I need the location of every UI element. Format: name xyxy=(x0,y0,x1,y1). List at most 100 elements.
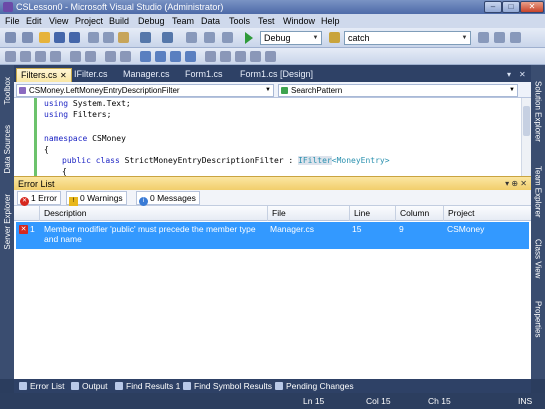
find-in-files-icon[interactable] xyxy=(478,32,489,43)
maximize-button[interactable]: □ xyxy=(502,1,520,13)
minimize-button[interactable]: – xyxy=(484,1,502,13)
add-item-icon[interactable] xyxy=(22,32,33,43)
save-all-icon[interactable] xyxy=(69,32,80,43)
member-list-icon[interactable] xyxy=(5,51,16,62)
find-results-tab[interactable]: Find Results 1 xyxy=(114,380,180,392)
next-bookmark-icon[interactable] xyxy=(170,51,181,62)
column-header-file[interactable]: File xyxy=(268,206,350,221)
copy-icon[interactable] xyxy=(103,32,114,43)
editor-gutter xyxy=(14,98,28,176)
comment-out-icon[interactable] xyxy=(105,51,116,62)
extension-4-icon[interactable] xyxy=(265,51,276,62)
error-list-tab[interactable]: Error List xyxy=(18,380,64,392)
extension-3-icon[interactable] xyxy=(250,51,261,62)
menu-tools[interactable]: Tools xyxy=(226,15,253,27)
menu-window[interactable]: Window xyxy=(280,15,318,27)
redo-icon[interactable] xyxy=(162,32,173,43)
menu-view[interactable]: View xyxy=(46,15,71,27)
open-file-icon[interactable] xyxy=(39,32,50,43)
find-icon[interactable] xyxy=(329,32,340,43)
toolbox-tab[interactable]: Toolbox xyxy=(0,71,14,111)
uncomment-icon[interactable] xyxy=(120,51,131,62)
comment-icon[interactable] xyxy=(222,32,233,43)
close-tab-icon[interactable]: ✕ xyxy=(60,71,67,80)
members-combo[interactable]: SearchPattern ▼ xyxy=(278,84,518,97)
navigate-forward-icon[interactable] xyxy=(204,32,215,43)
solution-explorer-tab-label: Solution Explorer xyxy=(533,80,543,142)
tab-filters-cs[interactable]: Filters.cs ✕ xyxy=(16,68,72,82)
close-button[interactable]: ✕ xyxy=(520,1,544,13)
column-header-icon[interactable] xyxy=(14,206,40,221)
column-header-column[interactable]: Column xyxy=(396,206,444,221)
increase-indent-icon[interactable] xyxy=(85,51,96,62)
menu-edit[interactable]: Edit xyxy=(23,15,45,27)
error-file: Manager.cs xyxy=(270,224,314,234)
code-editor[interactable]: using System.Text; using Filters; namesp… xyxy=(14,98,531,176)
error-icon: ✕ xyxy=(19,225,28,234)
code-line: public class StrictMoneyEntryDescription… xyxy=(62,155,390,166)
column-header-description[interactable]: Description xyxy=(40,206,268,221)
tab-dropdown-icon[interactable]: ▾ xyxy=(507,68,511,81)
visual-studio-icon xyxy=(3,2,13,12)
text-editor-toolbar xyxy=(0,48,545,65)
find-symbol-results-tab[interactable]: Find Symbol Results xyxy=(182,380,272,392)
editor-vertical-scrollbar[interactable] xyxy=(521,98,531,176)
parameter-info-icon[interactable] xyxy=(20,51,31,62)
quick-info-icon[interactable] xyxy=(35,51,46,62)
decrease-indent-icon[interactable] xyxy=(70,51,81,62)
code-line: using Filters; xyxy=(44,109,111,120)
tab-ifilter-cs[interactable]: IFilter.cs xyxy=(70,68,112,82)
menu-help[interactable]: Help xyxy=(318,15,343,27)
menu-test[interactable]: Test xyxy=(255,15,278,27)
data-sources-tab[interactable]: Data Sources xyxy=(0,117,14,181)
types-combo[interactable]: CSMoney.LeftMoneyEntryDescriptionFilter … xyxy=(16,84,274,97)
new-project-icon[interactable] xyxy=(5,32,16,43)
status-column: Col 15 xyxy=(366,396,391,406)
warnings-filter-button[interactable]: ! 0 Warnings xyxy=(66,191,127,206)
errors-filter-button[interactable]: ✕ 1 Error xyxy=(17,191,61,206)
server-explorer-tab[interactable]: Server Explorer xyxy=(0,187,14,257)
class-view-tab[interactable]: Class View xyxy=(531,233,545,285)
previous-bookmark-icon[interactable] xyxy=(155,51,166,62)
complete-word-icon[interactable] xyxy=(50,51,61,62)
property-icon xyxy=(281,87,288,94)
menu-file[interactable]: File xyxy=(2,15,23,27)
error-list-window-controls[interactable]: ▾ ⊕ ✕ xyxy=(505,178,527,190)
cut-icon[interactable] xyxy=(88,32,99,43)
scrollbar-thumb[interactable] xyxy=(523,106,530,136)
tab-manager-cs[interactable]: Manager.cs xyxy=(119,68,174,82)
solution-explorer-icon[interactable] xyxy=(494,32,505,43)
output-tab[interactable]: Output xyxy=(70,380,108,392)
column-header-line[interactable]: Line xyxy=(350,206,396,221)
navigate-backward-icon[interactable] xyxy=(186,32,197,43)
code-text: CSMoney xyxy=(87,134,126,143)
clear-bookmarks-icon[interactable] xyxy=(185,51,196,62)
menu-debug[interactable]: Debug xyxy=(135,15,168,27)
toggle-bookmark-icon[interactable] xyxy=(140,51,151,62)
table-row[interactable]: ✕ 1 Member modifier 'public' must preced… xyxy=(16,222,529,249)
extension-2-icon[interactable] xyxy=(235,51,246,62)
team-explorer-tab[interactable]: Team Explorer xyxy=(531,157,545,227)
menu-team[interactable]: Team xyxy=(169,15,197,27)
pending-changes-tab[interactable]: Pending Changes xyxy=(274,380,354,392)
properties-tab[interactable]: Properties xyxy=(531,291,545,347)
configuration-combo[interactable]: Debug ▼ xyxy=(260,31,322,45)
toolbar-options-icon[interactable] xyxy=(205,51,216,62)
close-document-icon[interactable]: ✕ xyxy=(519,68,526,81)
find-combo[interactable]: catch ▼ xyxy=(344,31,471,45)
menu-data[interactable]: Data xyxy=(198,15,223,27)
start-debugging-icon[interactable] xyxy=(245,32,253,44)
column-header-project[interactable]: Project xyxy=(444,206,531,221)
menu-project[interactable]: Project xyxy=(72,15,106,27)
messages-filter-button[interactable]: i0 Messages xyxy=(136,191,200,206)
undo-icon[interactable] xyxy=(140,32,151,43)
properties-icon[interactable] xyxy=(510,32,521,43)
paste-icon[interactable] xyxy=(118,32,129,43)
extension-icon[interactable] xyxy=(220,51,231,62)
menu-build[interactable]: Build xyxy=(106,15,132,27)
save-icon[interactable] xyxy=(54,32,65,43)
code-line: using System.Text; xyxy=(44,98,131,109)
solution-explorer-tab[interactable]: Solution Explorer xyxy=(531,71,545,151)
tab-form1-design[interactable]: Form1.cs [Design] xyxy=(236,68,317,82)
tab-form1-cs[interactable]: Form1.cs xyxy=(181,68,227,82)
